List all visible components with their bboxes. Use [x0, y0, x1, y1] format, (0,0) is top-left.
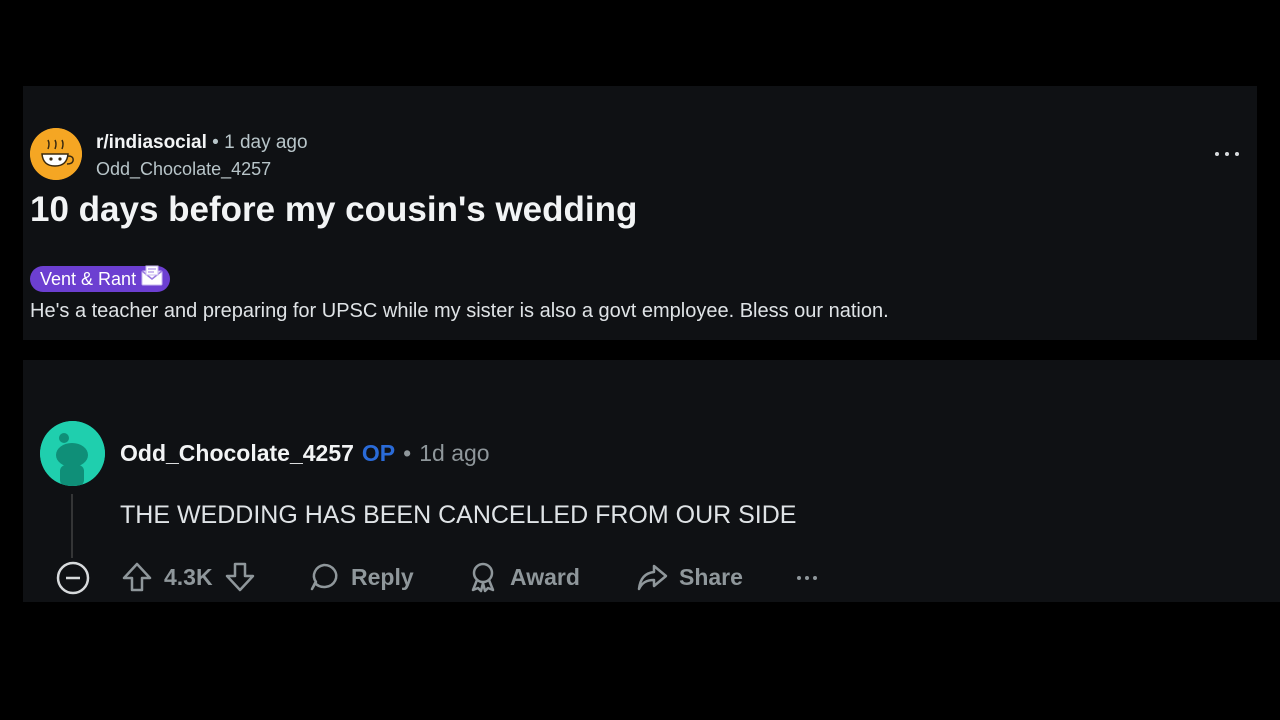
comment-card: Odd_Chocolate_4257 OP • 1d ago THE WEDDI… — [23, 360, 1280, 602]
comment-time: 1d ago — [419, 440, 490, 466]
collapse-icon — [55, 560, 91, 596]
user-avatar[interactable] — [40, 421, 105, 486]
share-label: Share — [679, 563, 743, 590]
post-time: 1 day ago — [224, 132, 308, 153]
subreddit-link[interactable]: r/indiasocial — [96, 132, 207, 153]
post-meta: r/indiasocial • 1 day ago — [96, 132, 308, 154]
op-badge: OP — [361, 440, 396, 466]
reply-icon — [307, 560, 341, 594]
downvote-icon[interactable] — [223, 560, 257, 594]
reply-label: Reply — [351, 563, 414, 590]
flair-badge[interactable]: Vent & Rant — [30, 265, 171, 294]
score: 4.3K — [164, 563, 213, 590]
share-icon — [635, 560, 669, 594]
comment-header: Odd_Chocolate_4257 OP • 1d ago — [120, 440, 490, 467]
meta-separator: • — [212, 132, 219, 153]
award-button[interactable]: Award — [466, 560, 580, 594]
subreddit-avatar[interactable] — [30, 128, 82, 180]
award-icon — [466, 560, 500, 594]
thread-line[interactable] — [71, 494, 73, 558]
overflow-menu-icon[interactable] — [1213, 144, 1241, 164]
award-label: Award — [510, 563, 580, 590]
vote-controls: 4.3K — [120, 560, 257, 594]
meta-separator: • — [403, 440, 412, 466]
upvote-icon[interactable] — [120, 560, 154, 594]
more-icon[interactable] — [795, 560, 819, 594]
post-body: He's a teacher and preparing for UPSC wh… — [30, 300, 889, 322]
post-author[interactable]: Odd_Chocolate_4257 — [96, 159, 271, 180]
post-card: r/indiasocial • 1 day ago Odd_Chocolate_… — [23, 86, 1257, 340]
post-title[interactable]: 10 days before my cousin's wedding — [30, 190, 637, 230]
flair-label: Vent & Rant — [40, 269, 137, 289]
comment-body: THE WEDDING HAS BEEN CANCELLED FROM OUR … — [120, 501, 797, 529]
envelope-icon — [140, 265, 164, 294]
comment-author[interactable]: Odd_Chocolate_4257 — [120, 440, 354, 467]
collapse-button[interactable] — [55, 560, 91, 596]
share-button[interactable]: Share — [635, 560, 743, 594]
reply-button[interactable]: Reply — [307, 560, 414, 594]
comment-actions: 4.3K Reply Award Share — [23, 556, 923, 604]
